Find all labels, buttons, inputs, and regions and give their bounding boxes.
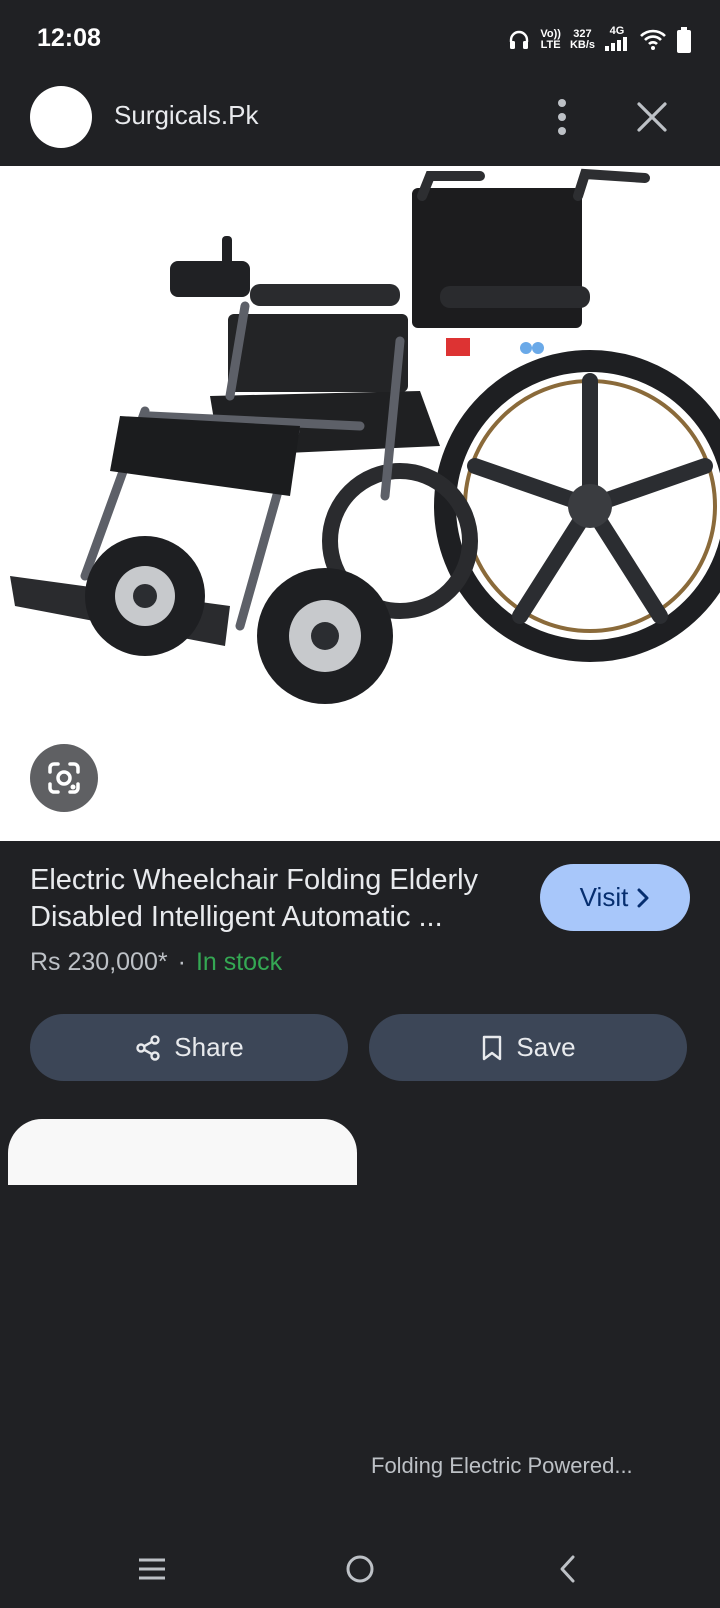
save-label: Save	[516, 1032, 576, 1062]
status-time: 12:08	[37, 24, 101, 52]
stock-status: In stock	[195, 948, 283, 976]
site-logo[interactable]	[30, 86, 92, 148]
recent-apps-button[interactable]	[122, 1530, 182, 1608]
site-name[interactable]: Surgicals.Pk	[114, 100, 259, 131]
lens-search-button[interactable]	[30, 744, 98, 812]
save-button[interactable]: Save	[369, 1014, 687, 1081]
product-title[interactable]: Electric Wheelchair Folding Elderly Disa…	[30, 862, 520, 936]
product-image[interactable]	[0, 166, 720, 841]
bookmark-icon	[483, 1035, 502, 1060]
menu-icon	[139, 1558, 165, 1580]
more-options-button[interactable]	[542, 94, 582, 140]
more-vert-icon	[558, 99, 566, 135]
back-chevron-icon	[560, 1555, 575, 1583]
related-result-caption[interactable]: Folding Electric Powered...	[371, 1453, 633, 1479]
related-result-card-body[interactable]	[8, 1185, 357, 1430]
network-speed: 327 KB/s	[569, 28, 595, 51]
wifi-icon	[640, 29, 666, 50]
headphones-icon	[510, 30, 529, 49]
share-label: Share	[174, 1032, 244, 1062]
close-button[interactable]	[630, 94, 674, 140]
status-bar: 12:08 Vo)) LTE 327 KB/s 4G	[0, 0, 720, 80]
share-icon	[136, 1034, 160, 1061]
volte-indicator: Vo)) LTE	[540, 28, 561, 51]
price: Rs 230,000*	[30, 948, 168, 976]
price-row: Rs 230,000* · In stock	[30, 948, 282, 977]
battery-icon	[677, 27, 691, 53]
visit-label: Visit	[579, 882, 629, 912]
system-nav-bar	[0, 1530, 720, 1608]
back-button[interactable]	[538, 1530, 598, 1608]
related-result-card[interactable]	[8, 1119, 357, 1185]
source-header: Surgicals.Pk	[0, 80, 720, 166]
home-button[interactable]	[330, 1530, 390, 1608]
home-circle-icon	[346, 1555, 374, 1583]
separator: ·	[177, 948, 186, 976]
wheelchair-image	[10, 168, 720, 704]
chevron-right-icon	[637, 888, 649, 907]
share-button[interactable]: Share	[30, 1014, 348, 1081]
status-icons: Vo)) LTE 327 KB/s 4G	[507, 26, 692, 54]
lens-icon	[48, 762, 80, 794]
visit-button[interactable]: Visit	[540, 864, 690, 931]
close-icon	[637, 102, 667, 132]
cell-signal-icon: 4G	[604, 26, 630, 54]
